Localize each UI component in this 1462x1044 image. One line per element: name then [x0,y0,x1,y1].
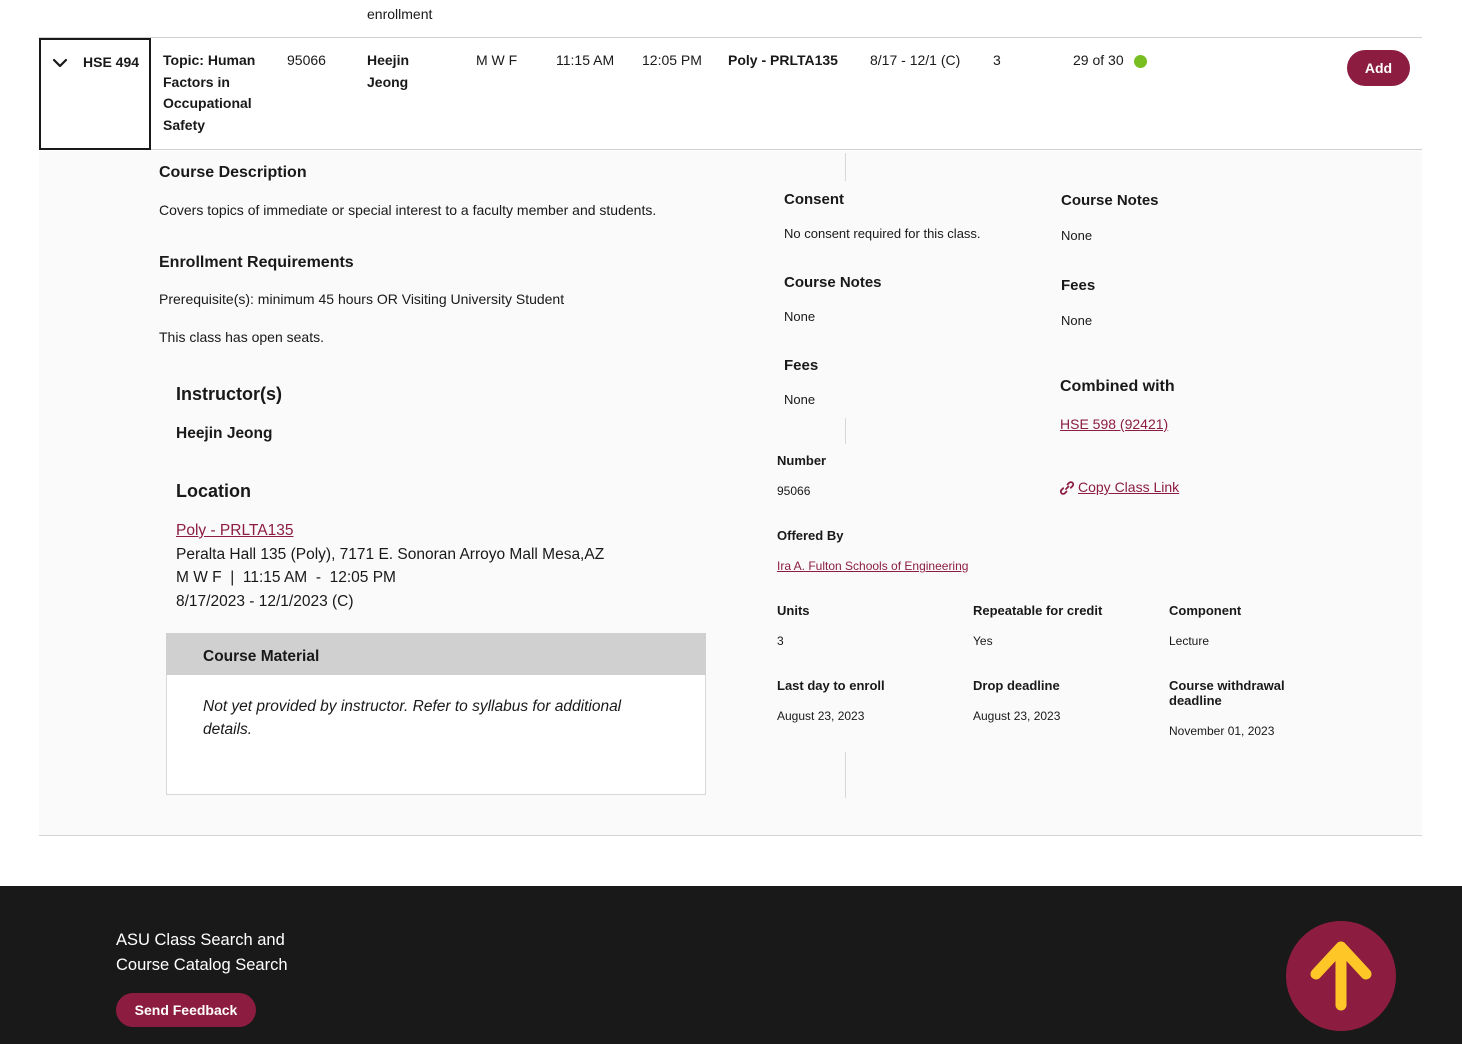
location-address: Peralta Hall 135 (Poly), 7171 E. Sonoran… [176,546,605,563]
divider [845,752,846,798]
material-heading: Course Material [203,648,320,665]
chevron-down-icon[interactable] [52,55,68,71]
material-text-line: Not yet provided by instructor. Refer to… [203,698,622,715]
instructor-line: Jeong [367,73,409,90]
back-to-top-button[interactable] [1286,921,1396,1031]
repeatable-heading: Repeatable for credit [973,603,1103,618]
last-day-heading: Last day to enroll [777,678,885,693]
offered-by-heading: Offered By [777,528,844,543]
course-title-line: Topic: Human [163,52,256,68]
material-text-line: details. [203,721,253,738]
course-title-line: Safety [163,116,206,133]
seats: 29 of 30 [1073,52,1124,68]
course-notes-heading: Course Notes [1061,192,1159,209]
copy-class-link[interactable]: Copy Class Link [1078,479,1179,495]
start-time: 11:15 AM [556,52,615,68]
footer-title: ASU Class Search and Course Catalog Sear… [116,928,316,978]
course-notes-text: None [784,309,816,324]
course-notes-heading: Course Notes [784,274,882,291]
course-title-line: Factors in [163,73,230,90]
description-text: Covers topics of immediate or special in… [159,202,657,218]
units: 3 [993,52,1001,68]
fees-text: None [784,392,816,407]
course-notes-text: None [1061,228,1093,243]
withdrawal-heading-line: deadline [1169,693,1222,708]
open-seats-text: This class has open seats. [159,329,324,345]
drop-deadline-value: August 23, 2023 [973,709,1061,723]
component-heading: Component [1169,603,1242,618]
end-time: 12:05 PM [642,52,702,68]
course-code: HSE 494 [83,54,140,70]
link-icon[interactable] [1059,480,1075,496]
offered-by-link[interactable]: Ira A. Fulton Schools of Engineering [777,559,968,573]
divider [845,153,846,181]
instructor: Heejin Jeong [367,50,409,93]
consent-text: No consent required for this class. [784,226,981,241]
fees-heading: Fees [1061,277,1096,294]
prerequisite-text: Prerequisite(s): minimum 45 hours OR Vis… [159,291,565,307]
units-value: 3 [777,634,784,648]
combined-class-link[interactable]: HSE 598 (92421) [1060,416,1168,432]
location-link[interactable]: Poly - PRLTA135 [176,522,293,540]
footer-title-line: ASU Class Search and [116,931,285,949]
last-day-value: August 23, 2023 [777,709,865,723]
location: Poly - PRLTA135 [728,52,838,68]
drop-deadline-heading: Drop deadline [973,678,1060,693]
arrow-up-icon [1310,941,1372,1011]
instructor-line: Heejin [367,52,410,68]
fees-heading: Fees [784,357,819,374]
component-value: Lecture [1169,634,1210,648]
course-title: Topic: Human Factors in Occupational Saf… [163,50,273,136]
add-button[interactable]: Add [1347,50,1410,86]
footer-title-line: Course Catalog Search [116,956,288,974]
number-value: 95066 [777,484,811,498]
location-heading: Location [176,481,251,501]
send-feedback-button[interactable]: Send Feedback [116,993,256,1027]
units-heading: Units [777,603,810,618]
material-text: Not yet provided by instructor. Refer to… [203,695,621,741]
dates: 8/17 - 12/1 (C) [870,52,961,68]
withdrawal-heading-line: Course withdrawal [1169,678,1285,693]
withdrawal-heading: Course withdrawal deadline [1169,678,1285,708]
divider [845,418,846,444]
repeatable-value: Yes [973,634,993,648]
instructor-name: Heejin Jeong [176,425,273,442]
number-heading: Number [777,453,827,468]
consent-heading: Consent [784,191,844,208]
combined-heading: Combined with [1060,378,1175,395]
seat-status-dot [1134,55,1147,68]
location-schedule: M W F | 11:15 AM - 12:05 PM [176,569,396,586]
withdrawal-value: November 01, 2023 [1169,724,1275,738]
course-title-line: Occupational [163,95,252,111]
description-heading: Course Description [159,164,307,181]
fees-text: None [1061,313,1093,328]
instructors-heading: Instructor(s) [176,384,283,404]
enrollment-heading: Enrollment Requirements [159,254,354,271]
location-dates: 8/17/2023 - 12/1/2023 (C) [176,593,354,610]
days: M W F [476,52,518,68]
class-number: 95066 [287,52,326,68]
previous-row-fragment: enrollment [367,6,433,22]
